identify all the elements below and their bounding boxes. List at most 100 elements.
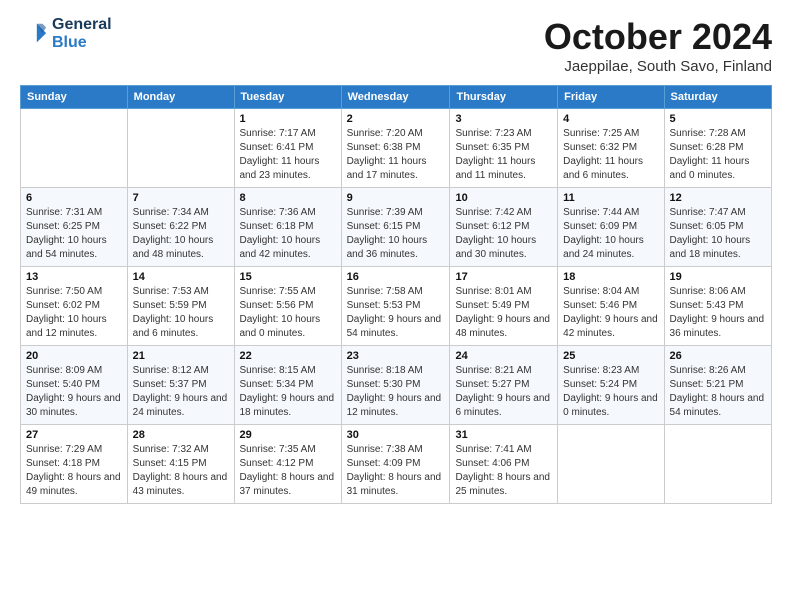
day-number: 30 [347,429,445,441]
daylight-hours: Daylight: 11 hours and 11 minutes. [455,156,535,181]
sunset-time: Sunset: 5:56 PM [240,300,314,311]
daylight-hours: Daylight: 8 hours and 31 minutes. [347,472,442,497]
calendar-cell: 13 Sunrise: 7:50 AM Sunset: 6:02 PM Dayl… [21,267,128,346]
calendar-cell: 31 Sunrise: 7:41 AM Sunset: 4:06 PM Dayl… [450,425,558,504]
header-thursday: Thursday [450,86,558,109]
day-info: Sunrise: 7:38 AM Sunset: 4:09 PM Dayligh… [347,443,445,499]
day-number: 2 [347,113,445,125]
day-info: Sunrise: 8:09 AM Sunset: 5:40 PM Dayligh… [26,364,122,420]
day-info: Sunrise: 7:23 AM Sunset: 6:35 PM Dayligh… [455,127,552,183]
sunset-time: Sunset: 4:06 PM [455,458,529,469]
daylight-hours: Daylight: 11 hours and 6 minutes. [563,156,643,181]
day-info: Sunrise: 8:12 AM Sunset: 5:37 PM Dayligh… [133,364,229,420]
calendar-cell: 12 Sunrise: 7:47 AM Sunset: 6:05 PM Dayl… [664,188,771,267]
calendar-cell: 27 Sunrise: 7:29 AM Sunset: 4:18 PM Dayl… [21,425,128,504]
sunset-time: Sunset: 5:53 PM [347,300,421,311]
daylight-hours: Daylight: 9 hours and 12 minutes. [347,393,442,418]
daylight-hours: Daylight: 8 hours and 25 minutes. [455,472,550,497]
day-number: 19 [670,271,766,283]
sunrise-time: Sunrise: 7:44 AM [563,207,639,218]
header-friday: Friday [558,86,664,109]
week-row-1: 1 Sunrise: 7:17 AM Sunset: 6:41 PM Dayli… [21,109,772,188]
daylight-hours: Daylight: 9 hours and 24 minutes. [133,393,228,418]
daylight-hours: Daylight: 10 hours and 24 minutes. [563,235,644,260]
weekday-header-row: Sunday Monday Tuesday Wednesday Thursday… [21,86,772,109]
week-row-5: 27 Sunrise: 7:29 AM Sunset: 4:18 PM Dayl… [21,425,772,504]
week-row-2: 6 Sunrise: 7:31 AM Sunset: 6:25 PM Dayli… [21,188,772,267]
daylight-hours: Daylight: 8 hours and 43 minutes. [133,472,228,497]
sunrise-time: Sunrise: 7:29 AM [26,444,102,455]
sunrise-time: Sunrise: 8:21 AM [455,365,531,376]
day-number: 15 [240,271,336,283]
header-wednesday: Wednesday [341,86,450,109]
day-number: 8 [240,192,336,204]
day-number: 28 [133,429,229,441]
day-info: Sunrise: 7:39 AM Sunset: 6:15 PM Dayligh… [347,206,445,262]
sunrise-time: Sunrise: 7:17 AM [240,128,316,139]
calendar-cell: 30 Sunrise: 7:38 AM Sunset: 4:09 PM Dayl… [341,425,450,504]
sunset-time: Sunset: 5:37 PM [133,379,207,390]
sunset-time: Sunset: 5:27 PM [455,379,529,390]
day-number: 31 [455,429,552,441]
day-info: Sunrise: 7:41 AM Sunset: 4:06 PM Dayligh… [455,443,552,499]
calendar-cell: 7 Sunrise: 7:34 AM Sunset: 6:22 PM Dayli… [127,188,234,267]
day-info: Sunrise: 7:42 AM Sunset: 6:12 PM Dayligh… [455,206,552,262]
daylight-hours: Daylight: 9 hours and 48 minutes. [455,314,550,339]
calendar-cell: 19 Sunrise: 8:06 AM Sunset: 5:43 PM Dayl… [664,267,771,346]
sunset-time: Sunset: 6:05 PM [670,221,744,232]
day-number: 12 [670,192,766,204]
sunset-time: Sunset: 6:32 PM [563,142,637,153]
day-number: 21 [133,350,229,362]
sunrise-time: Sunrise: 7:28 AM [670,128,746,139]
day-info: Sunrise: 7:29 AM Sunset: 4:18 PM Dayligh… [26,443,122,499]
daylight-hours: Daylight: 10 hours and 48 minutes. [133,235,214,260]
daylight-hours: Daylight: 10 hours and 0 minutes. [240,314,321,339]
calendar-cell: 16 Sunrise: 7:58 AM Sunset: 5:53 PM Dayl… [341,267,450,346]
day-info: Sunrise: 8:15 AM Sunset: 5:34 PM Dayligh… [240,364,336,420]
daylight-hours: Daylight: 8 hours and 49 minutes. [26,472,121,497]
daylight-hours: Daylight: 8 hours and 37 minutes. [240,472,335,497]
day-info: Sunrise: 7:53 AM Sunset: 5:59 PM Dayligh… [133,285,229,341]
daylight-hours: Daylight: 9 hours and 42 minutes. [563,314,658,339]
sunset-time: Sunset: 4:18 PM [26,458,100,469]
sunrise-time: Sunrise: 8:09 AM [26,365,102,376]
sunset-time: Sunset: 4:09 PM [347,458,421,469]
day-info: Sunrise: 8:21 AM Sunset: 5:27 PM Dayligh… [455,364,552,420]
sunrise-time: Sunrise: 7:55 AM [240,286,316,297]
sunset-time: Sunset: 6:28 PM [670,142,744,153]
day-number: 20 [26,350,122,362]
day-info: Sunrise: 7:31 AM Sunset: 6:25 PM Dayligh… [26,206,122,262]
sunrise-time: Sunrise: 7:42 AM [455,207,531,218]
calendar-cell: 24 Sunrise: 8:21 AM Sunset: 5:27 PM Dayl… [450,346,558,425]
daylight-hours: Daylight: 9 hours and 6 minutes. [455,393,550,418]
daylight-hours: Daylight: 10 hours and 54 minutes. [26,235,107,260]
sunset-time: Sunset: 5:40 PM [26,379,100,390]
day-number: 22 [240,350,336,362]
day-info: Sunrise: 7:35 AM Sunset: 4:12 PM Dayligh… [240,443,336,499]
week-row-3: 13 Sunrise: 7:50 AM Sunset: 6:02 PM Dayl… [21,267,772,346]
day-info: Sunrise: 7:25 AM Sunset: 6:32 PM Dayligh… [563,127,658,183]
calendar-cell: 17 Sunrise: 8:01 AM Sunset: 5:49 PM Dayl… [450,267,558,346]
sunrise-time: Sunrise: 8:01 AM [455,286,531,297]
calendar-cell: 21 Sunrise: 8:12 AM Sunset: 5:37 PM Dayl… [127,346,234,425]
calendar-cell [664,425,771,504]
sunrise-time: Sunrise: 7:47 AM [670,207,746,218]
calendar-cell: 18 Sunrise: 8:04 AM Sunset: 5:46 PM Dayl… [558,267,664,346]
sunset-time: Sunset: 6:22 PM [133,221,207,232]
sunset-time: Sunset: 5:49 PM [455,300,529,311]
day-number: 17 [455,271,552,283]
sunset-time: Sunset: 6:02 PM [26,300,100,311]
sunrise-time: Sunrise: 7:41 AM [455,444,531,455]
calendar-cell [558,425,664,504]
day-info: Sunrise: 8:23 AM Sunset: 5:24 PM Dayligh… [563,364,658,420]
sunset-time: Sunset: 4:15 PM [133,458,207,469]
daylight-hours: Daylight: 9 hours and 30 minutes. [26,393,121,418]
sunset-time: Sunset: 6:41 PM [240,142,314,153]
header-tuesday: Tuesday [234,86,341,109]
daylight-hours: Daylight: 9 hours and 18 minutes. [240,393,335,418]
sunrise-time: Sunrise: 7:20 AM [347,128,423,139]
day-info: Sunrise: 7:32 AM Sunset: 4:15 PM Dayligh… [133,443,229,499]
day-number: 10 [455,192,552,204]
calendar-cell: 29 Sunrise: 7:35 AM Sunset: 4:12 PM Dayl… [234,425,341,504]
calendar-cell: 8 Sunrise: 7:36 AM Sunset: 6:18 PM Dayli… [234,188,341,267]
